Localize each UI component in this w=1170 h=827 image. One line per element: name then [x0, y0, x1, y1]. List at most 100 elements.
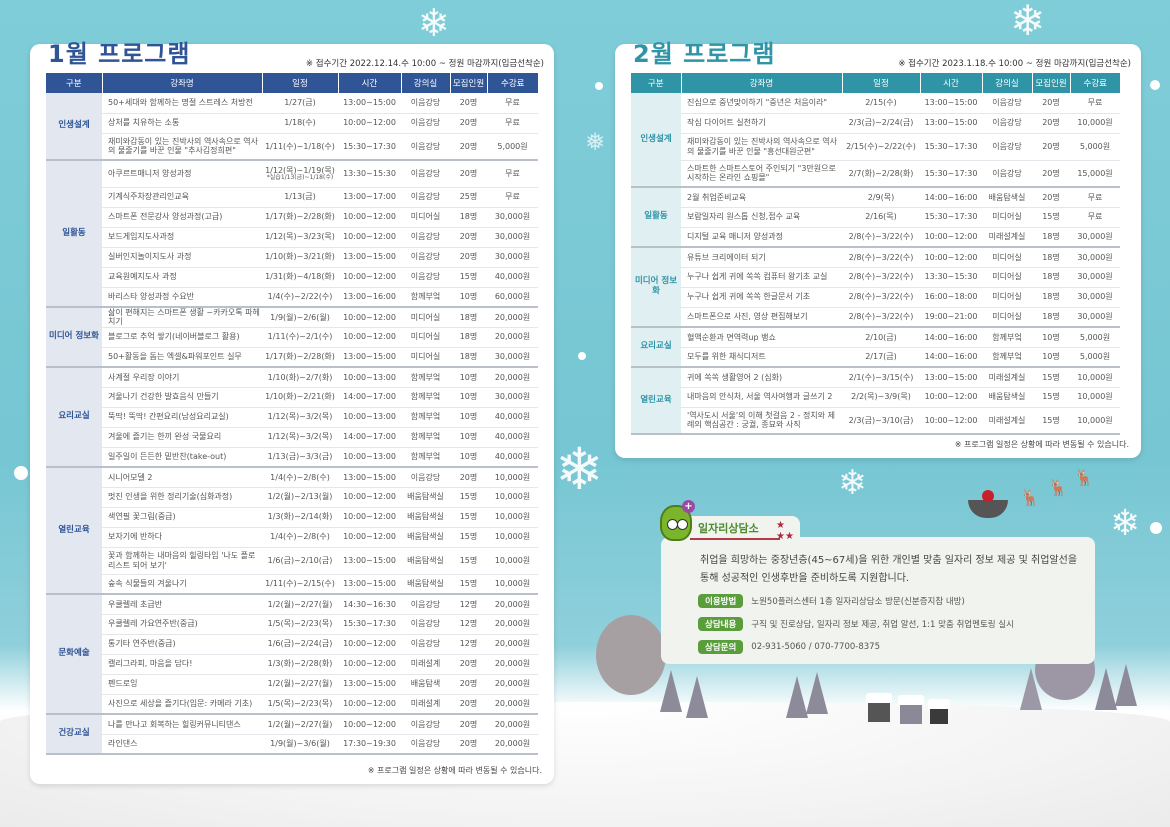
header-capacity: 모집인원: [1031, 73, 1070, 93]
time-text: 10:00~12:00: [924, 232, 978, 242]
room-cell: 배움탐색실: [982, 187, 1032, 208]
schedule-text: 1/13(금): [284, 192, 316, 202]
schedule-cell: 2/8(수)~3/22(수): [842, 227, 920, 248]
schedule-cell: 1/12(목)~3/2(목): [262, 427, 338, 448]
room-cell: 이음강당: [401, 160, 450, 188]
fee-text: 20,000원: [494, 699, 531, 709]
room-cell: 함께부엌: [401, 387, 450, 408]
table-row: 미디어 정보화 삶이 편해지는 스마트폰 생활 ~카카오톡 파헤치기 1/9(월)~…: [46, 307, 538, 368]
fee-text: 30,000원: [494, 232, 531, 242]
name-text: 귀에 쏙쏙 생활영어 2 (심화): [687, 372, 783, 382]
pine-tree-illustration: [806, 672, 828, 714]
time-cell: 10:00~12:00: [338, 527, 401, 548]
schedule-text: 1/27(금): [284, 98, 316, 108]
capacity-text: 10명: [459, 372, 478, 382]
capacity-text: 15명: [459, 272, 478, 282]
time-text: 14:00~16:00: [924, 192, 978, 202]
fee-text: 30,000원: [1077, 232, 1113, 242]
capacity-cell: 10명: [450, 447, 487, 468]
capacity-cell: 18명: [1032, 267, 1070, 288]
january-note: ※ 프로그램 일정은 상황에 따라 변동될 수 있습니다.: [367, 766, 542, 775]
room-cell: 이음강당: [401, 594, 450, 615]
schedule-text: 1/17(화)~2/28(화): [265, 352, 335, 362]
room-cell: 미디어실: [982, 267, 1032, 288]
schedule-text: 1/3(화)~2/28(화): [267, 659, 333, 669]
name-text: 누구나 쉽게 귀에 쏙쏙 한글문서 기초: [687, 292, 811, 302]
capacity-text: 20명: [459, 98, 478, 108]
time-cell: 14:30~16:30: [338, 594, 401, 615]
name-cell: 라인댄스: [102, 734, 262, 755]
time-text: 13:00~15:00: [343, 679, 396, 689]
capacity-text: 10명: [459, 392, 478, 402]
room-text: 미디어실: [410, 212, 441, 222]
room-cell: 미래설계실: [982, 227, 1032, 248]
table-row: 사진으로 세상을 즐기다(입문: 카메라 기초) 1/5(목)~2/23(목) 10…: [46, 694, 538, 715]
capacity-cell: 18명: [450, 307, 487, 328]
room-cell: 미디어실: [401, 327, 450, 348]
room-text: 이음강당: [410, 118, 441, 128]
time-cell: 13:00~15:00: [338, 574, 401, 595]
fee-cell: 20,000원: [487, 594, 538, 615]
time-cell: 10:00~12:00: [338, 113, 401, 134]
fee-cell: 10,000원: [1070, 387, 1120, 408]
fee-text: 40,000원: [494, 432, 531, 442]
schedule-text: 1/12(목)~3/2(목): [267, 412, 333, 422]
table-row: 열린교육 귀에 쏙쏙 생활영어 2 (심화) 2/1(수)~3/15(수) 13:00…: [631, 367, 1120, 435]
fee-text: 30,000원: [1077, 312, 1113, 322]
schedule-cell: 2/8(수)~3/22(수): [842, 287, 920, 308]
fee-text: 10,000원: [1077, 392, 1113, 402]
capacity-cell: 10명: [450, 427, 487, 448]
time-text: 13:30~15:30: [924, 272, 978, 282]
name-text: 50+세대와 함께하는 명절 스트레스 처방전: [108, 98, 253, 108]
name-text: 색연필 꽃그림(중급): [108, 512, 176, 522]
time-text: 10:00~12:00: [343, 532, 396, 542]
room-text: 이음강당: [410, 639, 441, 649]
room-text: 이음강당: [410, 472, 441, 482]
time-cell: 10:00~12:00: [338, 267, 401, 288]
fee-text: 30,000원: [494, 392, 531, 402]
capacity-cell: 10명: [1032, 327, 1070, 348]
capacity-cell: 20명: [450, 133, 487, 161]
schedule-cell: 1/11(수)~2/1(수): [262, 327, 338, 348]
time-text: 15:30~17:30: [924, 141, 978, 151]
snow-dot: [14, 466, 28, 480]
fee-text: 무료: [505, 98, 520, 108]
fee-cell: 무료: [487, 187, 538, 208]
schedule-cell: 1/4(수)~2/22(수): [262, 287, 338, 308]
header-time: 시간: [919, 73, 982, 93]
room-text: 이음강당: [410, 599, 441, 609]
schedule-cell: 1/10(화)~2/7(화): [262, 367, 338, 388]
fee-cell: 30,000원: [487, 387, 538, 408]
capacity-cell: 20명: [1032, 187, 1070, 208]
room-text: 미래설계실: [988, 415, 1026, 425]
capacity-text: 10명: [1042, 332, 1060, 342]
room-text: 함께부엌: [410, 412, 441, 422]
time-cell: 14:00~17:00: [338, 427, 401, 448]
capacity-cell: 15명: [450, 527, 487, 548]
capacity-text: 20명: [459, 118, 478, 128]
capacity-text: 18명: [1042, 272, 1060, 282]
capacity-cell: 10명: [450, 367, 487, 388]
schedule-text: 1/4(수)~2/8(수): [270, 532, 330, 542]
name-cell: 모두를 위한 채식디저트: [681, 347, 842, 368]
table-row: 일활동 아쿠르트매니저 양성과정 1/12(목)~1/19(목) *실습1/13(금)…: [46, 160, 538, 308]
schedule-cell: 1/3(화)~2/28(화): [262, 654, 338, 675]
header-fee: 수강료: [1069, 73, 1120, 93]
schedule-cell: 1/2(월)~2/27(월): [262, 594, 338, 615]
room-cell: 미디어실: [982, 207, 1032, 228]
name-cell: 재미와감동이 있는 진박사의 역사속으로 역사의 물줄기를 바꾼 인물 "추사김…: [102, 133, 262, 161]
fee-cell: 30,000원: [487, 227, 538, 248]
fee-cell: 무료: [1070, 93, 1120, 114]
fee-text: 10,000원: [494, 472, 531, 482]
schedule-cell: 1/12(목)~3/23(목): [262, 227, 338, 248]
header-time: 시간: [337, 73, 401, 93]
table-header-row: 구분 강좌명 일정 시간 강의실 모집인원 수강료: [46, 73, 538, 93]
capacity-text: 15명: [459, 532, 478, 542]
fee-text: 20,000원: [494, 599, 531, 609]
schedule-cell: 1/4(수)~2/8(수): [262, 527, 338, 548]
room-cell: 이음강당: [401, 227, 450, 248]
room-cell: 미디어실: [982, 247, 1032, 268]
time-text: 17:30~19:30: [343, 739, 396, 749]
schedule-cell: 1/3(화)~2/14(화): [262, 507, 338, 528]
schedule-cell: 1/31(화)~4/18(화): [262, 267, 338, 288]
